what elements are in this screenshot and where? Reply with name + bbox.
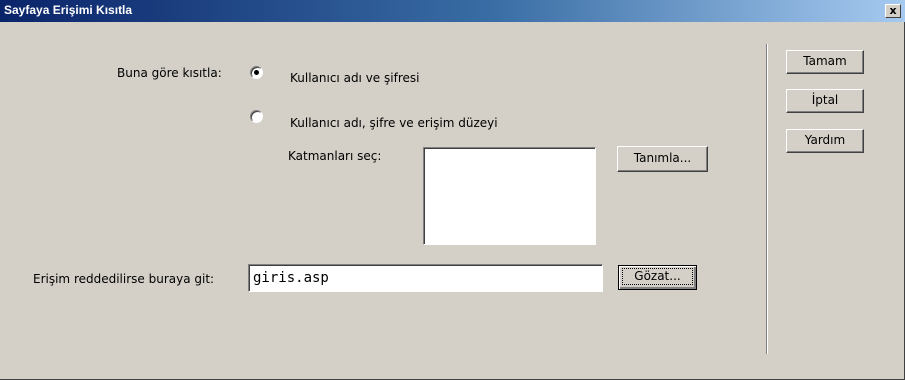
define-button[interactable]: Tanımla... bbox=[617, 146, 708, 172]
title-bar[interactable]: Sayfaya Erişimi Kısıtla x bbox=[0, 0, 905, 22]
redirect-label: Erişim reddedilirse buraya git: bbox=[33, 272, 215, 286]
close-icon: x bbox=[889, 4, 897, 17]
window-title: Sayfaya Erişimi Kısıtla bbox=[4, 3, 133, 17]
radio-selected-dot bbox=[254, 70, 259, 75]
levels-label: Katmanları seç: bbox=[288, 149, 382, 163]
radio-access-level-label[interactable]: Kullanıcı adı, şifre ve erişim düzeyi bbox=[290, 116, 498, 130]
restrict-label: Buna göre kısıtla: bbox=[117, 66, 222, 80]
close-button[interactable]: x bbox=[885, 4, 901, 18]
separator-line bbox=[766, 44, 768, 354]
cancel-button[interactable]: İptal bbox=[786, 89, 864, 113]
restrict-access-dialog: Sayfaya Erişimi Kısıtla x Buna göre kısı… bbox=[0, 0, 905, 380]
radio-username-password-label[interactable]: Kullanıcı adı ve şifresi bbox=[290, 71, 419, 85]
radio-username-password-access-level[interactable] bbox=[250, 110, 263, 123]
ok-button[interactable]: Tamam bbox=[786, 50, 864, 74]
radio-username-password[interactable] bbox=[250, 66, 263, 79]
browse-button[interactable]: Gözat... bbox=[618, 265, 697, 290]
levels-listbox[interactable] bbox=[423, 147, 596, 245]
help-button[interactable]: Yardım bbox=[786, 129, 864, 153]
redirect-url-input[interactable] bbox=[248, 264, 603, 292]
